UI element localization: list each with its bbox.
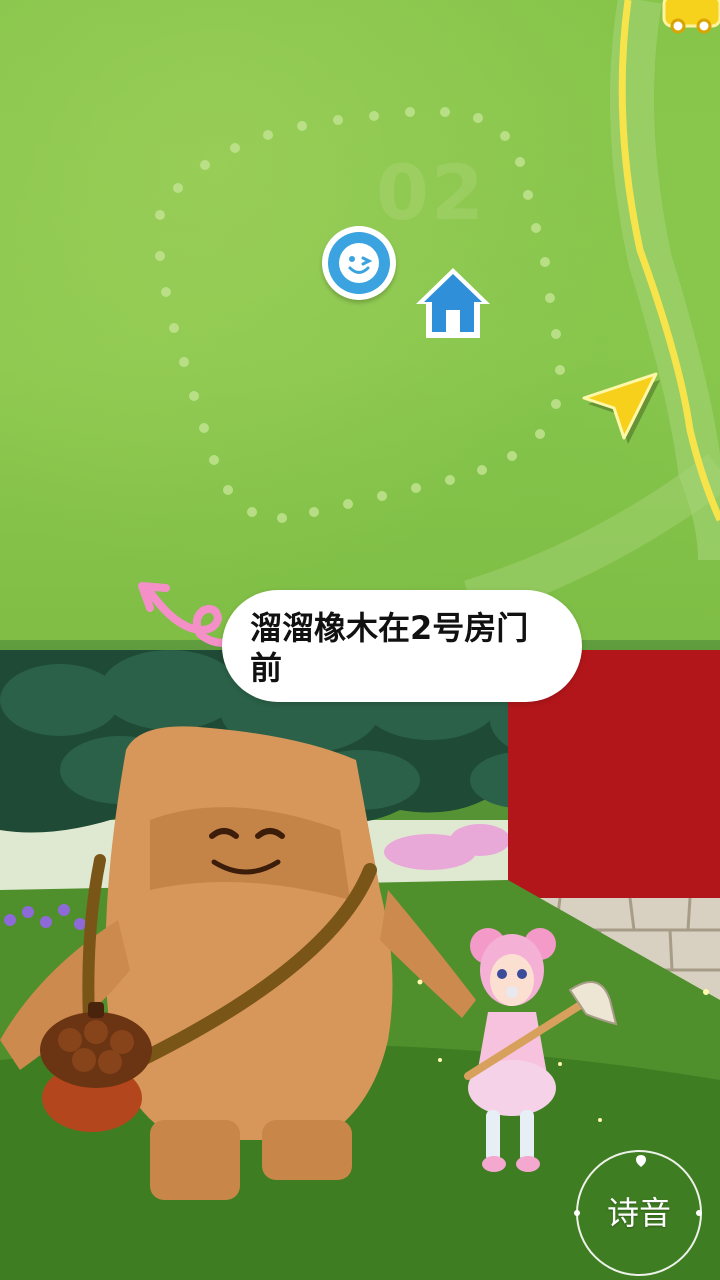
voice-button-label: 诗音 [606,1194,671,1232]
voice-button[interactable]: 诗音 [574,1150,702,1276]
dialog-bubble: 溜溜橡木在2号房门前 [222,590,582,702]
smiling-face-icon [328,232,390,294]
dialog-text: 溜溜橡木在2号房门前 [250,609,529,687]
map-terrain [155,0,720,620]
plot-number: 02 [376,148,486,237]
house-icon[interactable] [412,262,494,344]
bus-icon[interactable] [660,0,720,34]
player-marker[interactable] [322,226,396,300]
navigation-arrow-icon [582,372,660,444]
mini-map[interactable]: 02 [0,0,720,650]
location-pin-icon [636,1155,646,1167]
